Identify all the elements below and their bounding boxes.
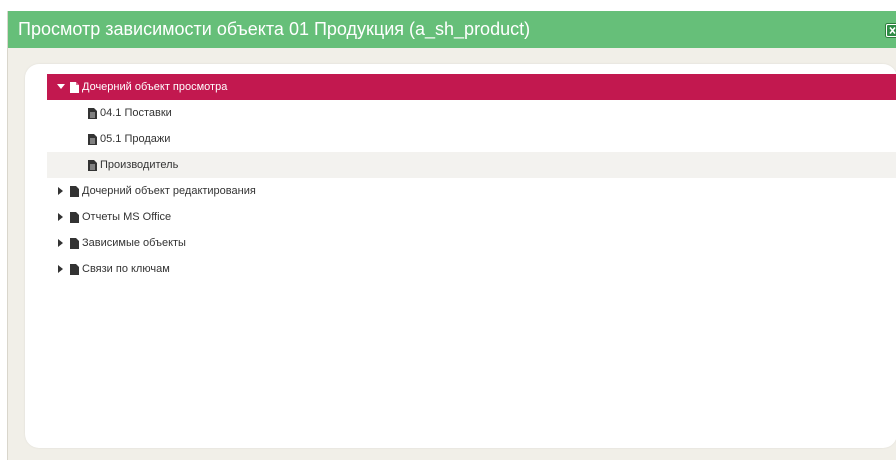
tree-node-key-links[interactable]: Связи по ключам xyxy=(47,256,896,282)
caret-right-icon[interactable] xyxy=(55,237,67,249)
document-icon xyxy=(88,159,97,171)
tree-node-manufacturer[interactable]: Производитель xyxy=(47,152,896,178)
tree-node-ms-office-reports[interactable]: Отчеты MS Office xyxy=(47,204,896,230)
excel-export-icon[interactable] xyxy=(885,23,896,38)
tree-node-label: Дочерний объект редактирования xyxy=(82,185,256,197)
window-titlebar: Просмотр зависимости объекта 01 Продукци… xyxy=(8,11,896,48)
tree-node-label: Дочерний объект просмотра xyxy=(82,81,228,93)
caret-right-icon[interactable] xyxy=(55,211,67,223)
caret-right-icon[interactable] xyxy=(55,263,67,275)
caret-down-icon[interactable] xyxy=(55,81,67,93)
dependency-tree: Дочерний объект просмотра 04.1 Поставки … xyxy=(47,74,896,282)
tree-node-supplies[interactable]: 04.1 Поставки xyxy=(47,100,896,126)
tree-node-label: 05.1 Продажи xyxy=(100,133,171,145)
document-icon xyxy=(70,211,79,223)
document-icon xyxy=(70,81,79,93)
document-icon xyxy=(70,263,79,275)
tree-node-label: Зависимые объекты xyxy=(82,237,186,249)
tree-node-label: Связи по ключам xyxy=(82,263,170,275)
window-title: Просмотр зависимости объекта 01 Продукци… xyxy=(18,19,531,39)
tree-node-dependent-objects[interactable]: Зависимые объекты xyxy=(47,230,896,256)
dependency-window: Просмотр зависимости объекта 01 Продукци… xyxy=(7,11,896,460)
document-icon xyxy=(88,107,97,119)
tree-panel: Дочерний объект просмотра 04.1 Поставки … xyxy=(25,64,896,448)
tree-node-child-edit-object[interactable]: Дочерний объект редактирования xyxy=(47,178,896,204)
tree-node-label: Отчеты MS Office xyxy=(82,211,172,223)
document-icon xyxy=(88,133,97,145)
tree-node-sales[interactable]: 05.1 Продажи xyxy=(47,126,896,152)
tree-node-child-view-object[interactable]: Дочерний объект просмотра xyxy=(47,74,896,100)
tree-node-label: 04.1 Поставки xyxy=(100,107,172,119)
tree-node-label: Производитель xyxy=(100,159,179,171)
document-icon xyxy=(70,185,79,197)
caret-right-icon[interactable] xyxy=(55,185,67,197)
document-icon xyxy=(70,237,79,249)
